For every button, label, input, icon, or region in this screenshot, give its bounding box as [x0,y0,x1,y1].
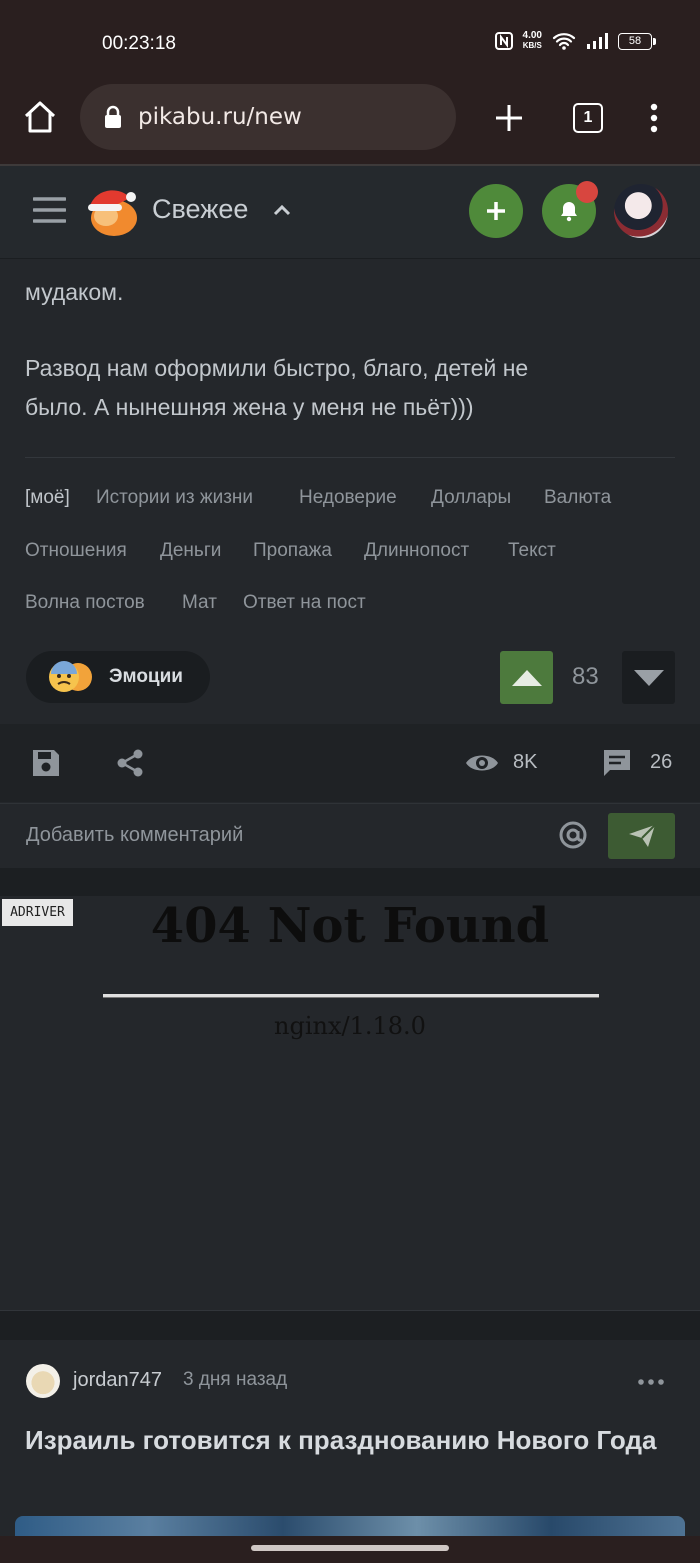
more-options-icon[interactable] [637,1378,665,1386]
downvote-button[interactable] [622,651,675,704]
tag-item[interactable]: Доллары [431,487,511,509]
ad-block[interactable] [0,896,700,1310]
section-gap [0,868,700,896]
post-image-preview[interactable] [15,1516,685,1536]
url-text[interactable]: pikabu.ru/new [138,104,302,130]
post-text-line-1: мудаком. [25,279,124,305]
comments-count[interactable]: 26 [650,751,672,774]
server-signature: nginx/1.18.0 [274,1012,426,1040]
send-comment-button[interactable] [608,813,675,859]
plus-icon [487,202,505,220]
mention-icon[interactable] [558,820,588,850]
tag-item[interactable]: Волна постов [25,592,145,614]
tag-item[interactable]: Недоверие [299,487,397,509]
send-icon [628,824,656,847]
author-avatar[interactable] [26,1364,60,1398]
share-icon[interactable] [115,748,145,778]
post-time: 3 дня назад [183,1369,288,1390]
tag-item[interactable]: Валюта [544,487,611,509]
tags-separator [25,457,675,458]
tag-item[interactable]: Деньги [160,540,221,562]
comments-icon[interactable] [601,748,633,778]
wifi-icon [552,33,576,50]
error-title: 404 Not Found [150,898,550,954]
tag-item[interactable]: Длиннопост [364,540,469,562]
nfc-icon [494,32,513,50]
new-tab-icon[interactable] [494,103,524,133]
tag-item[interactable]: Пропажа [253,540,332,562]
lock-icon [105,105,121,128]
post-text-line-2: Развод нам оформили быстро, благо, детей… [25,355,529,381]
eye-icon [466,755,498,771]
tag-item[interactable]: Истории из жизни [96,487,253,509]
upvote-button[interactable] [500,651,553,704]
comment-input[interactable]: Добавить комментарий [26,824,243,847]
tag-item[interactable]: Мат [182,592,217,614]
add-post-button[interactable] [469,184,523,238]
tag-item[interactable]: Ответ на пост [243,592,366,614]
emoji-faces-icon [49,661,92,692]
signal-icon [587,33,608,49]
section-gap [0,1310,700,1341]
emotions-label[interactable]: Эмоции [109,666,183,688]
hamburger-menu-icon[interactable] [33,196,66,224]
post-actions-bar [0,724,700,802]
rating-value: 83 [572,663,599,690]
status-time: 00:23:18 [102,33,176,54]
post-title[interactable]: Израиль готовится к празднованию Нового … [25,1421,675,1460]
tag-item[interactable]: Отношения [25,540,127,562]
tag-item[interactable]: [моё] [25,487,70,509]
post-text-line-3: было. А нынешняя жена у меня не пьёт))) [25,394,474,420]
error-divider [103,994,599,998]
battery-icon: 58 [618,32,656,50]
clipped-text-line [25,244,675,258]
save-icon[interactable] [31,748,61,778]
arrow-up-icon [511,669,542,686]
bell-icon [561,202,577,222]
net-speed: 4.00 KB/S [522,30,542,51]
more-menu-icon[interactable] [648,103,660,133]
author-name[interactable]: jordan747 [73,1369,162,1392]
tab-switcher-button[interactable]: 1 [573,103,603,133]
chevron-up-icon[interactable] [272,203,292,217]
pikabu-logo-icon[interactable] [84,184,140,238]
user-avatar[interactable] [614,184,668,238]
notification-badge [576,181,598,203]
arrow-down-icon [633,669,664,686]
page-title[interactable]: Свежее [152,194,248,225]
gesture-handle[interactable] [251,1545,449,1551]
home-icon[interactable] [22,100,58,134]
tag-item[interactable]: Текст [508,540,556,562]
views-count: 8K [513,751,538,773]
status-icons: 4.00 KB/S 58 [494,30,656,51]
